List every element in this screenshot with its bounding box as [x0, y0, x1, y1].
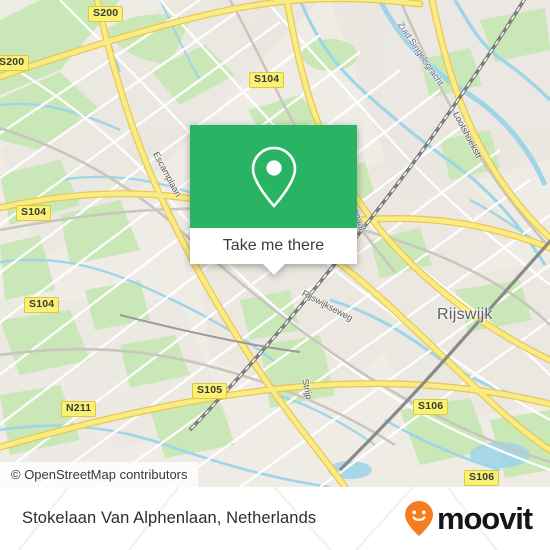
map-city-label-rijswijk: Rijswijk [437, 306, 493, 323]
road-shield-n211: N211 [61, 401, 97, 417]
road-shield-s106-southeast: S106 [464, 470, 500, 486]
road-shield-s105: S105 [192, 383, 228, 399]
road-shield-s104-southwest: S104 [24, 297, 60, 313]
popup-header [190, 125, 357, 228]
map-pin-icon [251, 146, 296, 208]
osm-attribution[interactable]: © OpenStreetMap contributors [0, 462, 198, 487]
page-footer: Stokelaan Van Alphenlaan, Netherlands mo… [0, 487, 550, 550]
take-me-there-label: Take me there [222, 237, 325, 254]
osm-attribution-text: © OpenStreetMap contributors [11, 467, 188, 482]
road-shield-s200-west: S200 [0, 55, 30, 71]
road-shield-s200-north: S200 [88, 6, 124, 22]
location-popup-card[interactable]: Take me there [190, 125, 357, 275]
moovit-pin-smile-icon [404, 500, 433, 536]
road-shield-s104-north: S104 [249, 72, 285, 88]
moovit-logo[interactable]: moovit [404, 500, 533, 538]
road-shield-s106-east: S106 [413, 399, 449, 415]
map-page: Rijswijk Escamplaan Zuid Singelsgracht L… [0, 0, 550, 550]
map-canvas[interactable]: Rijswijk Escamplaan Zuid Singelsgracht L… [0, 0, 550, 487]
road-shield-s104-west: S104 [16, 205, 52, 221]
moovit-wordmark: moovit [436, 501, 533, 536]
popup-action-bar[interactable]: Take me there [190, 228, 357, 275]
location-title: Stokelaan Van Alphenlaan, Netherlands [22, 509, 317, 527]
popup-pointer-tail [262, 264, 285, 275]
